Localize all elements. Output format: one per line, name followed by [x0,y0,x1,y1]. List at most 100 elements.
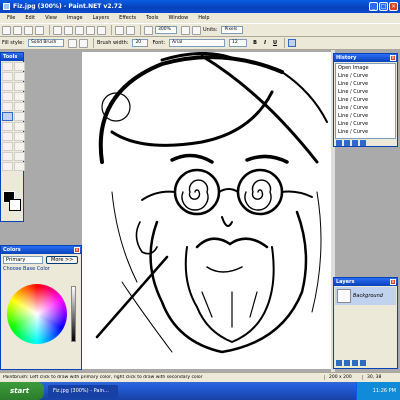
crop-icon[interactable] [86,25,95,35]
history-item[interactable]: Open Image [336,64,395,72]
toolbar-separator [284,38,286,48]
zoom-tool-icon[interactable] [14,82,25,91]
font-label: Font: [152,40,166,46]
minimize-button[interactable]: _ [369,2,378,11]
menu-image[interactable]: Image [62,15,88,21]
print-icon[interactable] [35,25,44,35]
color-wheel[interactable] [7,284,67,344]
history-item[interactable]: Line / Curve [336,80,395,88]
zoom-combo[interactable]: 300% [155,26,177,34]
grid-icon[interactable] [181,25,190,35]
tool-options-bar: Fill style: Solid Brush Brush width: 20 … [0,37,400,50]
paint-bucket-icon[interactable] [2,102,13,111]
close-icon[interactable]: × [390,279,396,285]
move-selection-icon[interactable] [14,62,25,71]
color-mode-combo[interactable]: Primary [3,256,43,264]
close-button[interactable]: × [389,2,398,11]
blend-mode-icon[interactable] [78,38,88,48]
menu-layers[interactable]: Layers [88,15,115,21]
history-item[interactable]: Line / Curve [336,120,395,128]
taskbar-item[interactable]: Fiz.jpg (300%) - Pain... [48,384,118,398]
lasso-select-icon[interactable] [2,72,13,81]
redo-history-icon[interactable] [352,140,358,146]
maximize-button[interactable]: □ [379,2,388,11]
paste-icon[interactable] [75,25,84,35]
underline-button[interactable]: U [271,39,279,47]
fast-forward-icon[interactable] [360,140,366,146]
close-icon[interactable]: × [390,55,396,61]
close-icon[interactable]: × [74,247,80,253]
italic-button[interactable]: I [261,39,269,47]
ellipse-select-icon[interactable] [2,82,13,91]
eraser-icon[interactable] [14,112,25,121]
history-item[interactable]: Line / Curve [336,72,395,80]
fill-style-label: Fill style: [2,40,24,46]
brush-width-combo[interactable]: 20 [132,39,149,47]
antialias-icon[interactable] [67,38,77,48]
align-center-icon[interactable] [298,39,306,47]
brightness-slider[interactable] [71,286,76,342]
duplicate-layer-icon[interactable] [352,360,358,366]
redo-icon[interactable] [126,25,135,35]
save-icon[interactable] [24,25,33,35]
menu-file[interactable]: File [2,15,20,21]
line-curve-icon[interactable] [14,142,25,151]
start-button[interactable]: start [0,382,44,400]
secondary-color-swatch[interactable] [9,199,21,211]
more-button[interactable]: More >> [46,256,79,264]
open-file-icon[interactable] [13,25,22,35]
history-item[interactable]: Line / Curve [336,88,395,96]
font-size-combo[interactable]: 12 [229,39,248,47]
new-file-icon[interactable] [2,25,11,35]
image-canvas[interactable] [82,52,334,369]
align-left-icon[interactable] [288,39,297,47]
menu-effects[interactable]: Effects [114,15,141,21]
undo-history-icon[interactable] [344,140,350,146]
magic-wand-icon[interactable] [2,92,13,101]
paintbrush-icon[interactable] [2,112,13,121]
recolor-icon[interactable] [14,132,25,141]
ellipse-icon[interactable] [2,162,13,171]
window-title: Fiz.jpg (300%) - Paint.NET v2.72 [13,3,123,10]
text-icon[interactable] [2,142,13,151]
rulers-icon[interactable] [192,25,201,35]
clone-stamp-icon[interactable] [2,132,13,141]
deselect-icon[interactable] [97,25,106,35]
pencil-icon[interactable] [2,122,13,131]
units-combo[interactable]: Pixels [221,26,244,34]
freeform-shape-icon[interactable] [14,162,25,171]
zoom-icon[interactable] [144,25,153,35]
cut-icon[interactable] [53,25,62,35]
rewind-icon[interactable] [336,140,342,146]
menu-view[interactable]: View [40,15,62,21]
color-picker-icon[interactable] [14,122,25,131]
colors-title-text: Colors [3,247,21,253]
undo-icon[interactable] [115,25,124,35]
align-right-icon[interactable] [308,39,316,47]
menu-edit[interactable]: Edit [20,15,40,21]
layer-name: Background [353,293,383,299]
history-item[interactable]: Line / Curve [336,112,395,120]
font-combo[interactable]: Arial [169,39,226,47]
rounded-rectangle-icon[interactable] [14,152,25,161]
history-item[interactable]: Line / Curve [336,96,395,104]
system-tray-clock[interactable]: 11:26 PM [356,382,400,400]
bold-button[interactable]: B [251,39,259,47]
layer-row[interactable]: Background [335,287,396,305]
menu-help[interactable]: Help [193,15,214,21]
copy-icon[interactable] [64,25,73,35]
history-item[interactable]: Line / Curve [336,128,395,136]
menu-tools[interactable]: Tools [141,15,163,21]
rectangle-icon[interactable] [2,152,13,161]
tools-grid [1,61,25,172]
rect-select-icon[interactable] [2,62,13,71]
gradient-icon[interactable] [14,102,25,111]
history-item[interactable]: Line / Curve [336,104,395,112]
delete-layer-icon[interactable] [344,360,350,366]
move-selected-icon[interactable] [14,72,25,81]
add-layer-icon[interactable] [336,360,342,366]
pan-icon[interactable] [14,92,25,101]
menu-window[interactable]: Window [163,15,193,21]
layer-properties-icon[interactable] [360,360,366,366]
fill-style-combo[interactable]: Solid Brush [27,39,64,47]
